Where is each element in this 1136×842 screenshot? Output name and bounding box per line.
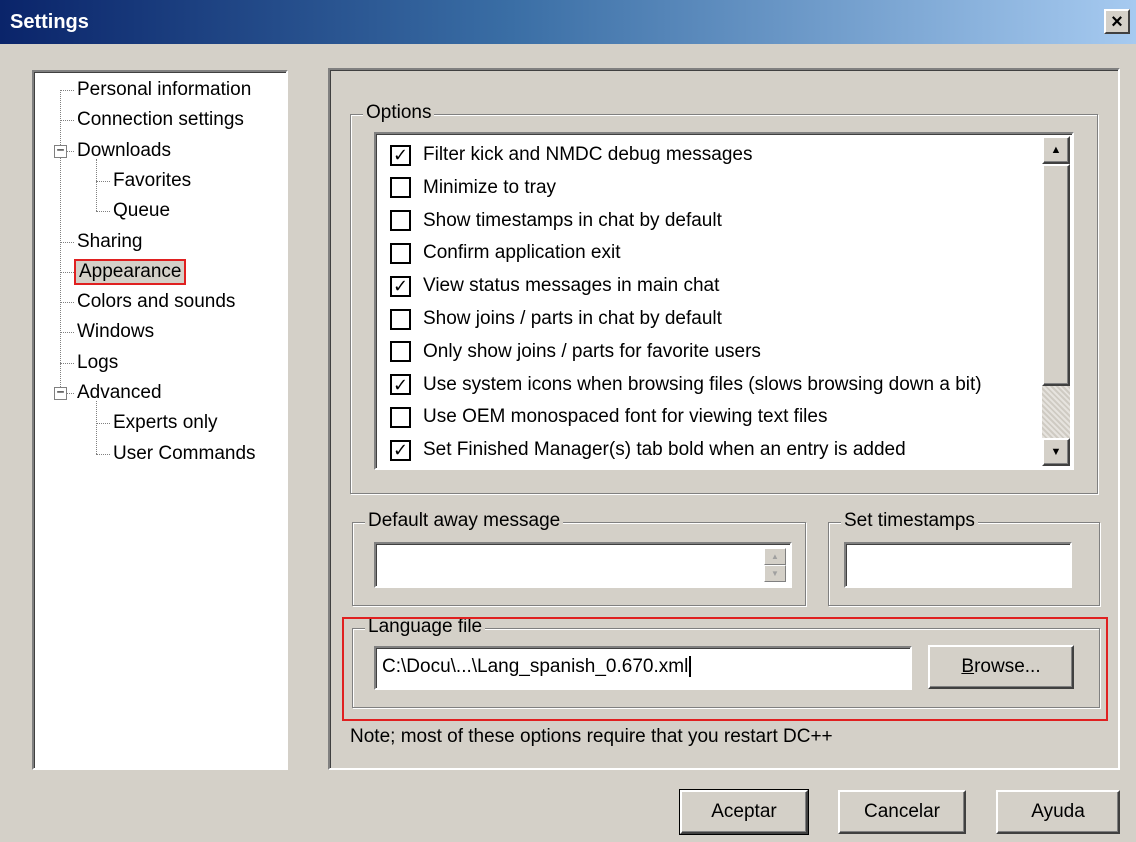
tree-connector [60,90,74,91]
tree-item-queue[interactable]: Queue [110,197,173,225]
tree-branch-line [96,158,97,212]
option-item[interactable]: ✓ Filter kick and NMDC debug messages [390,140,752,170]
close-button[interactable]: × [1104,9,1130,34]
tree-item-windows[interactable]: Windows [74,318,157,346]
option-item[interactable]: ✓ Set Finished Manager(s) tab bold when a… [390,435,906,465]
title-bar: Settings × [0,0,1136,44]
settings-tree[interactable]: Personal information Connection settings −… [32,70,288,770]
option-label: Use OEM monospaced font for viewing text… [423,406,828,428]
tree-connector [60,271,74,273]
checkbox-checked[interactable]: ✓ [390,144,411,166]
options-list[interactable]: ✓ Set Finished Manager(s) tab bold when a… [374,132,1074,470]
tree-item-label: Sharing [77,230,143,252]
tree-item-favorites[interactable]: Favorites [110,167,194,195]
tree-connector [60,241,74,243]
restart-note: Note; most of these options require that… [350,726,833,747]
option-label: Minimize to tray [423,176,557,198]
tree-item-downloads[interactable]: Downloads [74,137,174,165]
tree-connector [60,302,74,304]
spin-up-icon[interactable]: ▲ [764,548,786,565]
spin-down-icon[interactable]: ▼ [764,565,786,582]
tree-item-label: Favorites [113,169,192,191]
checkbox-checked[interactable]: ✓ [390,374,411,396]
tree-item-label: Experts only [113,412,218,434]
tree-item-label: Queue [113,200,171,222]
option-label: Filter kick and NMDC debug messages [423,144,753,165]
tree-item-label: Connection settings [77,109,244,131]
tree-item-logs[interactable]: Logs [74,349,121,377]
window-title: Settings [10,10,89,33]
scroll-down-button[interactable]: ▼ [1042,438,1070,466]
tree-connector [60,332,74,334]
tree-item-experts-only[interactable]: Experts only [110,409,221,437]
option-item[interactable]: ✓ View status messages in main chat [390,271,719,301]
checkbox-unchecked[interactable] [390,406,411,428]
tree-item-label: Advanced [77,382,162,403]
option-label: Only show joins / parts for favorite use… [423,340,761,362]
tree-connector [96,180,110,182]
timestamps-field[interactable] [844,542,1072,588]
tree-item-advanced[interactable]: Advanced [74,379,165,407]
away-message-spinner[interactable]: ▲ ▼ [764,548,786,582]
tree-item-personal-information[interactable]: Personal information [74,76,254,104]
tree-item-label: User Commands [113,442,256,464]
option-item[interactable]: ✓ Use system icons when browsing files (s… [390,370,982,400]
option-item[interactable]: Only show joins / parts for favorite use… [390,337,761,367]
tree-connector [96,453,110,455]
tree-item-label: Personal information [77,79,252,100]
accept-button[interactable]: Aceptar [679,789,809,835]
tree-connector [96,211,110,213]
options-group-label: Options [363,102,435,124]
checkbox-checked[interactable]: ✓ [390,439,411,461]
tree-item-connection-settings[interactable]: Connection settings [74,106,247,134]
scroll-up-button[interactable]: ▲ [1042,136,1070,164]
option-label: Show timestamps in chat by default [423,209,722,231]
close-icon: × [1111,10,1123,33]
option-item[interactable]: Minimize to tray [390,173,556,203]
arrow-down-icon: ▼ [1050,446,1062,458]
timestamps-group-label: Set timestamps [841,510,978,532]
help-button[interactable]: Ayuda [996,790,1120,834]
checkbox-unchecked[interactable] [390,341,411,363]
tree-item-label: Logs [77,351,119,373]
tree-item-user-commands[interactable]: User Commands [110,440,259,468]
away-message-group-label: Default away message [365,510,564,532]
tree-item-label: Colors and sounds [77,291,236,313]
collapse-icon[interactable]: − [54,144,67,158]
option-item[interactable]: Show timestamps in chat by default [390,206,722,236]
checkbox-unchecked[interactable] [390,177,411,199]
tree-item-appearance[interactable]: Appearance [74,258,187,286]
tree-connector [60,120,74,122]
checkbox-checked[interactable]: ✓ [390,275,411,297]
tree-connector [96,423,110,425]
tree-item-colors-and-sounds[interactable]: Colors and sounds [74,288,238,316]
tree-item-label: Windows [77,321,155,343]
tree-item-sharing[interactable]: Sharing [74,228,146,256]
tree-item-label: Appearance [74,258,187,285]
checkbox-unchecked[interactable] [390,210,411,232]
option-item[interactable]: Confirm application exit [390,238,620,268]
tree-connector [60,362,74,364]
tree-item-label: Downloads [77,139,171,161]
checkbox-unchecked[interactable] [390,242,411,264]
option-item[interactable]: Show joins / parts in chat by default [390,304,722,334]
scroll-thumb[interactable] [1042,164,1070,386]
arrow-up-icon: ▲ [1050,144,1062,156]
checkbox-unchecked[interactable] [390,308,411,330]
cancel-button[interactable]: Cancelar [838,790,966,834]
option-item[interactable]: Use OEM monospaced font for viewing text… [390,402,827,432]
option-label: View status messages in main chat [423,275,720,297]
language-highlight [342,617,1108,721]
option-label: Set Finished Manager(s) tab bold when an… [423,439,906,461]
tree-branch-line [96,401,97,454]
collapse-icon[interactable]: − [54,386,67,400]
away-message-field[interactable]: ▲ ▼ [374,542,792,588]
option-label: Confirm application exit [423,242,621,264]
options-scrollbar[interactable]: ▲ ▼ [1042,136,1070,466]
option-label: Use system icons when browsing files (sl… [423,373,982,395]
option-label: Show joins / parts in chat by default [423,308,722,329]
